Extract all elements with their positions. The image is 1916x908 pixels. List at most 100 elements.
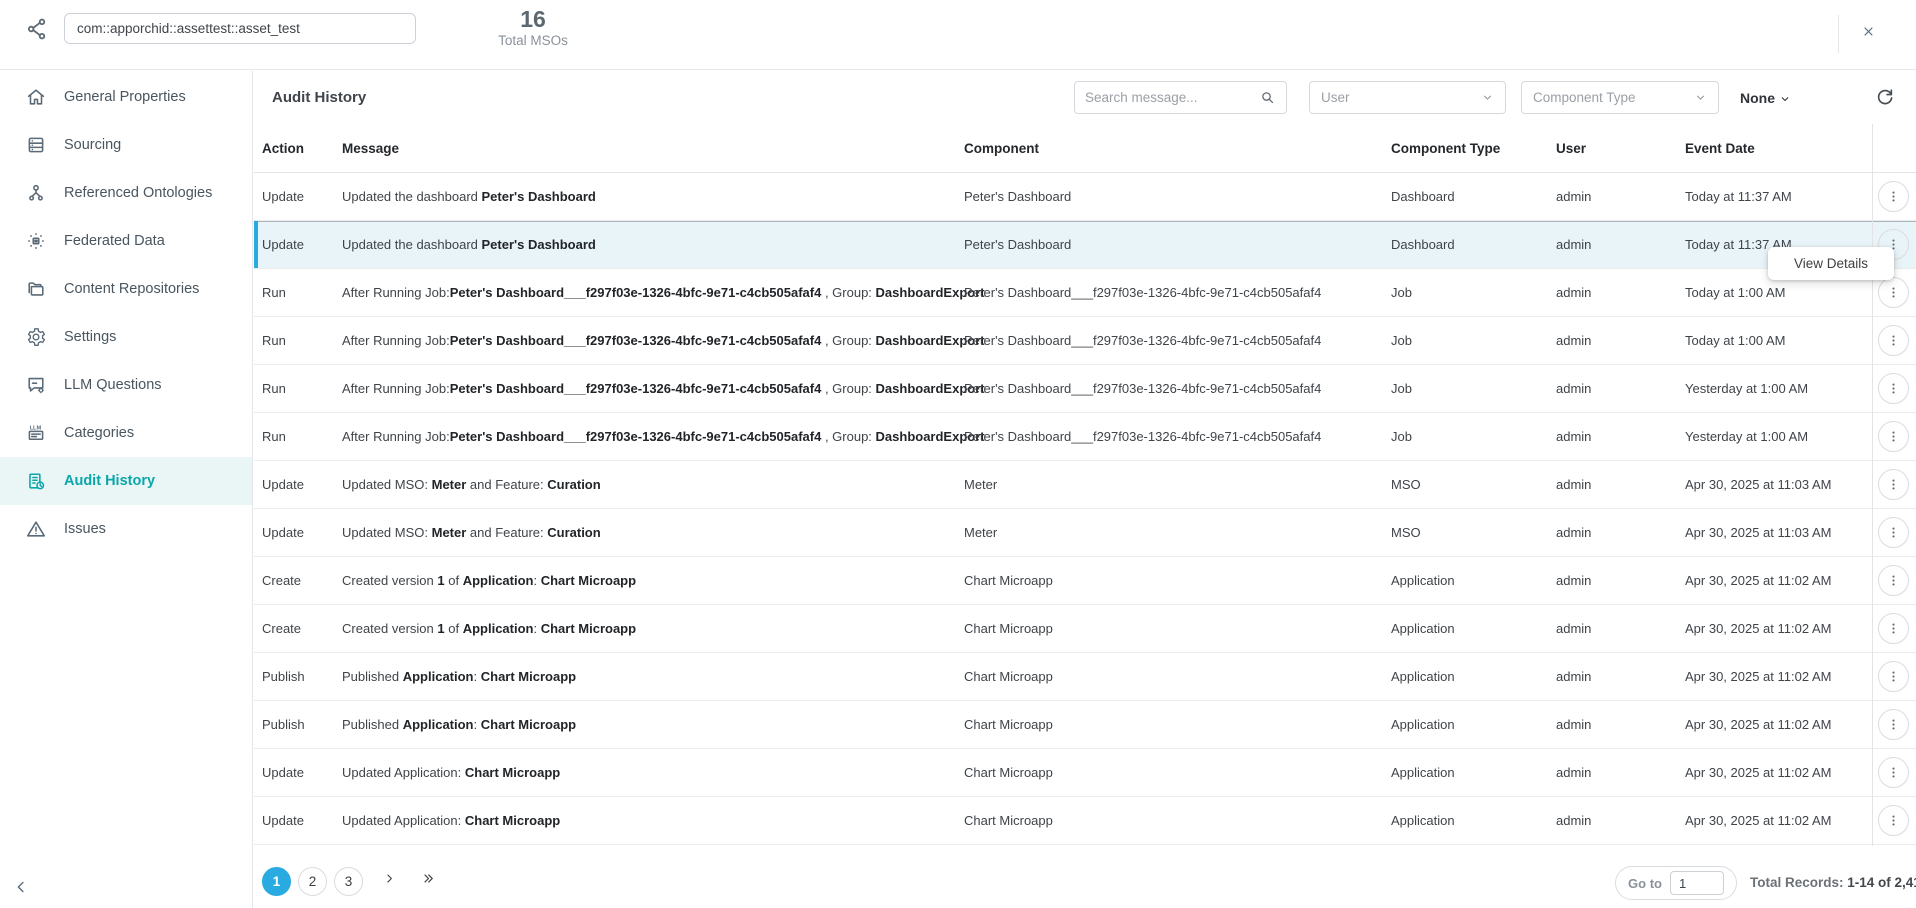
sidebar-item-referenced-ontologies[interactable]: Referenced Ontologies xyxy=(0,169,252,217)
action-cell: Run xyxy=(262,413,286,461)
row-actions-button[interactable] xyxy=(1878,373,1909,404)
asset-name-input[interactable] xyxy=(64,13,416,44)
none-filter-dropdown[interactable]: None xyxy=(1740,71,1791,124)
total-msos-value: 16 xyxy=(478,6,588,32)
table-row[interactable]: UpdateUpdated the dashboard Peter's Dash… xyxy=(254,173,1916,221)
sidebar-item-settings[interactable]: Settings xyxy=(0,313,252,361)
component-type-cell: MSO xyxy=(1391,509,1421,557)
component-type-filter-select[interactable]: Component Type xyxy=(1521,81,1719,114)
sidebar-item-general-properties[interactable]: General Properties xyxy=(0,73,252,121)
table-row[interactable]: PublishPublished Application: Chart Micr… xyxy=(254,653,1916,701)
none-filter-label: None xyxy=(1740,90,1775,106)
next-page-button[interactable] xyxy=(376,868,402,894)
sidebar-item-label: Settings xyxy=(64,329,116,345)
table-row[interactable]: UpdateUpdated Application: Chart Microap… xyxy=(254,749,1916,797)
action-cell: Create xyxy=(262,605,301,653)
table-row[interactable]: CreateCreated version 1 of Application: … xyxy=(254,605,1916,653)
action-cell: Update xyxy=(262,221,304,269)
event-date-cell: Apr 30, 2025 at 11:02 AM xyxy=(1685,557,1831,605)
sidebar-item-audit-history[interactable]: Audit History xyxy=(0,457,252,505)
sidebar-item-categories[interactable]: LLMCategories xyxy=(0,409,252,457)
view-details-item[interactable]: View Details xyxy=(1794,256,1868,271)
component-cell: Meter xyxy=(964,461,997,509)
column-header-event-date: Event Date xyxy=(1685,124,1755,173)
component-type-cell: Job xyxy=(1391,413,1412,461)
row-actions-button[interactable] xyxy=(1878,805,1909,836)
row-actions-button[interactable] xyxy=(1878,277,1909,308)
page-3-button[interactable]: 3 xyxy=(334,867,363,896)
component-cell: Chart Microapp xyxy=(964,797,1053,845)
event-date-cell: Apr 30, 2025 at 11:02 AM xyxy=(1685,749,1831,797)
topbar: 16 Total MSOs xyxy=(0,0,1916,70)
column-header-component: Component xyxy=(964,124,1039,173)
total-msos-label: Total MSOs xyxy=(478,33,588,48)
column-header-message: Message xyxy=(342,124,399,173)
row-actions-button[interactable] xyxy=(1878,181,1909,212)
message-search xyxy=(1074,81,1287,114)
component-type-cell: Dashboard xyxy=(1391,173,1455,221)
action-cell: Run xyxy=(262,269,286,317)
actions-column-divider xyxy=(1872,124,1873,846)
page-2-button[interactable]: 2 xyxy=(298,867,327,896)
event-date-cell: Yesterday at 1:00 AM xyxy=(1685,413,1808,461)
table-row[interactable]: PublishPublished Application: Chart Micr… xyxy=(254,701,1916,749)
table-row[interactable]: RunAfter Running Job:Peter's Dashboard__… xyxy=(254,365,1916,413)
component-type-cell: Application xyxy=(1391,557,1455,605)
table-row[interactable]: UpdateUpdated the dashboard Peter's Dash… xyxy=(254,221,1916,269)
ontology-icon xyxy=(25,182,47,204)
table-row[interactable]: UpdateUpdated MSO: Meter and Feature: Cu… xyxy=(254,461,1916,509)
table-header: ActionMessageComponentComponent TypeUser… xyxy=(254,124,1916,173)
last-page-button[interactable] xyxy=(415,868,441,894)
page-1-button[interactable]: 1 xyxy=(262,867,291,896)
message-cell: Published Application: Chart Microapp xyxy=(342,701,576,749)
sidebar-item-sourcing[interactable]: Sourcing xyxy=(0,121,252,169)
action-cell: Create xyxy=(262,557,301,605)
row-actions-button[interactable] xyxy=(1878,325,1909,356)
component-cell: Chart Microapp xyxy=(964,605,1053,653)
row-actions-button[interactable] xyxy=(1878,757,1909,788)
row-actions-button[interactable] xyxy=(1878,565,1909,596)
action-cell: Update xyxy=(262,749,304,797)
kebab-icon xyxy=(1885,812,1902,829)
user-filter-select[interactable]: User xyxy=(1309,81,1506,114)
user-cell: admin xyxy=(1556,797,1591,845)
close-button[interactable] xyxy=(1853,19,1883,49)
sidebar-item-llm-questions[interactable]: LLM Questions xyxy=(0,361,252,409)
table-row[interactable]: CreateCreated version 1 of Application: … xyxy=(254,557,1916,605)
event-date-cell: Apr 30, 2025 at 11:02 AM xyxy=(1685,653,1831,701)
sidebar: General PropertiesSourcingReferenced Ont… xyxy=(0,71,253,908)
sidebar-item-content-repositories[interactable]: Content Repositories xyxy=(0,265,252,313)
component-type-cell: Application xyxy=(1391,701,1455,749)
table-row[interactable]: RunAfter Running Job:Peter's Dashboard__… xyxy=(254,317,1916,365)
action-cell: Update xyxy=(262,461,304,509)
component-type-cell: Application xyxy=(1391,749,1455,797)
sidebar-item-issues[interactable]: Issues xyxy=(0,505,252,553)
sidebar-collapse-button[interactable] xyxy=(8,876,34,902)
total-msos-counter: 16 Total MSOs xyxy=(478,6,588,48)
table-row[interactable]: UpdateUpdated Application: Chart Microap… xyxy=(254,797,1916,845)
goto-page-input[interactable] xyxy=(1670,871,1724,895)
row-actions-button[interactable] xyxy=(1878,421,1909,452)
row-actions-button[interactable] xyxy=(1878,709,1909,740)
message-cell: Published Application: Chart Microapp xyxy=(342,653,576,701)
row-actions-button[interactable] xyxy=(1878,661,1909,692)
row-actions-button[interactable] xyxy=(1878,613,1909,644)
table-row[interactable]: UpdateUpdated MSO: Meter and Feature: Cu… xyxy=(254,509,1916,557)
categories-icon: LLM xyxy=(25,422,47,444)
component-type-cell: Job xyxy=(1391,365,1412,413)
goto-page-control: Go to xyxy=(1615,866,1737,900)
llm-questions-icon xyxy=(25,374,47,396)
repository-icon xyxy=(25,278,47,300)
table-row[interactable]: RunAfter Running Job:Peter's Dashboard__… xyxy=(254,413,1916,461)
table-row[interactable]: RunAfter Running Job:Peter's Dashboard__… xyxy=(254,269,1916,317)
refresh-button[interactable] xyxy=(1874,86,1896,108)
search-icon[interactable] xyxy=(1259,89,1276,106)
search-input[interactable] xyxy=(1085,90,1253,105)
sidebar-item-federated-data[interactable]: Federated Data xyxy=(0,217,252,265)
event-date-cell: Today at 1:00 AM xyxy=(1685,317,1785,365)
row-actions-button[interactable] xyxy=(1878,469,1909,500)
kebab-icon xyxy=(1885,716,1902,733)
column-header-component-type: Component Type xyxy=(1391,124,1500,173)
row-actions-button[interactable] xyxy=(1878,517,1909,548)
federated-data-icon xyxy=(25,230,47,252)
